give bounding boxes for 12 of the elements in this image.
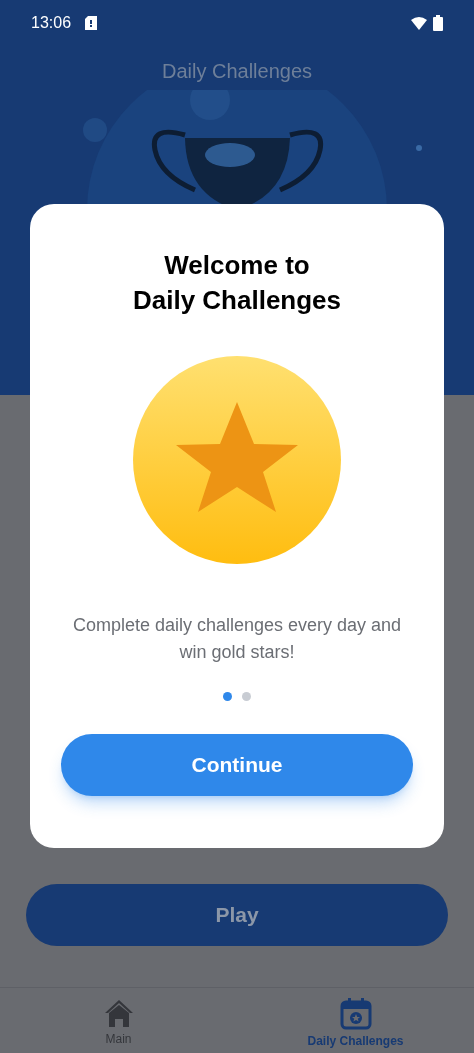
star-coin-icon (133, 356, 341, 564)
battery-icon (433, 15, 443, 31)
nav-tab[interactable]: Daily Challenges (237, 988, 474, 1053)
wifi-icon (411, 16, 427, 30)
continue-button[interactable]: Continue (61, 734, 413, 796)
sim-alert-icon (85, 16, 98, 30)
status-time: 13:06 (31, 13, 72, 33)
dialog-title: Welcome to Daily Challenges (132, 249, 342, 317)
dialog-message: Complete daily challenges every day and win gold stars! (71, 614, 403, 664)
home-icon (103, 998, 134, 1028)
play-button[interactable]: Play (26, 884, 448, 946)
page-title: Daily Challenges (160, 59, 314, 84)
